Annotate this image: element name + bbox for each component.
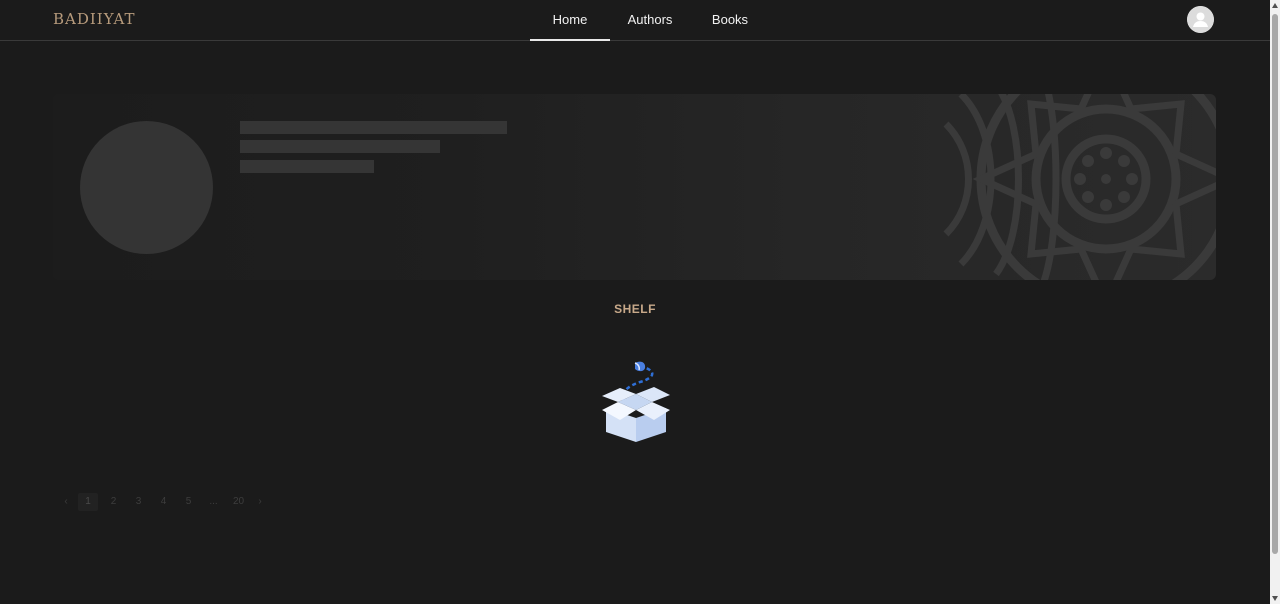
page: BADIIYAT Home Authors Books SHELF ‹ 1 2 … [0, 0, 1280, 604]
scrollbar-thumb[interactable] [1272, 14, 1278, 554]
page-button-3[interactable]: 3 [126, 493, 151, 511]
nav-home[interactable]: Home [530, 0, 610, 41]
page-button-1[interactable]: 1 [78, 493, 98, 511]
skeleton-line-subtitle [240, 140, 440, 153]
page-button-2[interactable]: 2 [101, 493, 126, 511]
top-navigation-bar: BADIIYAT Home Authors Books [0, 0, 1270, 41]
page-button-4[interactable]: 4 [151, 493, 176, 511]
author-banner-skeleton [53, 94, 1216, 280]
page-button-5[interactable]: 5 [176, 493, 201, 511]
nav-books[interactable]: Books [690, 0, 770, 40]
pagination: ‹ 1 2 3 4 5 ... 20 › [57, 493, 269, 511]
site-logo[interactable]: BADIIYAT [53, 10, 136, 28]
person-icon [1187, 6, 1214, 33]
prev-page-button[interactable]: ‹ [57, 493, 75, 511]
scroll-down-arrow-icon[interactable] [1272, 596, 1278, 601]
pagination-ellipsis: ... [209, 496, 218, 507]
page-button-last[interactable]: 20 [226, 493, 251, 511]
mandala-ornament-icon [943, 94, 1216, 280]
empty-box-icon [598, 360, 674, 444]
scroll-up-arrow-icon[interactable] [1272, 3, 1278, 8]
skeleton-line-title [240, 121, 507, 134]
skeleton-line-meta [240, 160, 374, 173]
profile-photo-placeholder [80, 121, 213, 254]
next-page-button[interactable]: › [251, 493, 269, 511]
nav-authors[interactable]: Authors [610, 0, 690, 40]
main-nav: Home Authors Books [530, 0, 770, 41]
vertical-scrollbar[interactable] [1270, 0, 1280, 604]
shelf-heading: SHELF [614, 302, 656, 316]
user-avatar-icon[interactable] [1187, 6, 1214, 33]
